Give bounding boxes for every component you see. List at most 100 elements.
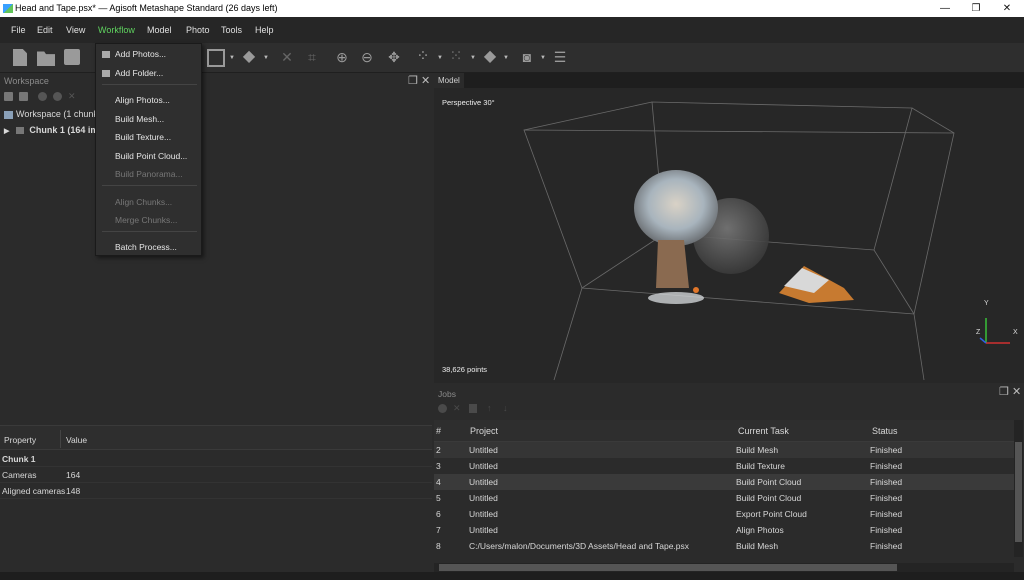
add-chunk-icon[interactable] (4, 92, 13, 101)
property-column-header[interactable]: Property (4, 435, 36, 445)
tab-model[interactable]: Model (434, 73, 464, 88)
zoom-in-icon[interactable]: ⊕ (333, 48, 351, 66)
menu-item-align-photos[interactable]: Align Photos... (115, 95, 170, 105)
table-row[interactable]: 3 Untitled Build Texture Finished (434, 458, 1014, 474)
menu-item-add-photos[interactable]: Add Photos... (115, 49, 166, 59)
menu-file[interactable]: File (11, 25, 26, 35)
undock-icon[interactable]: ❐ (408, 74, 418, 87)
zoom-out-icon[interactable]: ⊖ (358, 48, 376, 66)
menu-item-align-chunks: Align Chunks... (115, 197, 173, 207)
menu-item-build-point-cloud[interactable]: Build Point Cloud... (115, 151, 187, 161)
move-down-icon[interactable]: ↓ (503, 403, 508, 413)
status-column-header[interactable]: Status (872, 426, 898, 436)
table-row[interactable]: 5 Untitled Build Point Cloud Finished (434, 490, 1014, 506)
vertical-scrollbar[interactable] (1014, 420, 1023, 557)
chevron-down-icon[interactable]: ▼ (503, 55, 509, 61)
reset-view-icon[interactable]: ✥ (385, 48, 403, 66)
job-project: C:/Users/malon/Documents/3D Assets/Head … (469, 541, 690, 551)
menu-item-merge-chunks: Merge Chunks... (115, 215, 178, 225)
chevron-down-icon[interactable]: ▼ (229, 55, 235, 61)
axis-x-label: X (1013, 329, 1018, 336)
close-button[interactable]: ✕ (992, 2, 1022, 15)
project-column-header[interactable]: Project (470, 426, 498, 436)
table-row[interactable]: 4 Untitled Build Point Cloud Finished (434, 474, 1014, 490)
job-status: Finished (870, 461, 903, 471)
close-panel-icon[interactable]: ✕ (421, 74, 430, 87)
horizontal-scrollbar[interactable] (434, 563, 1014, 572)
navigation-tool-icon[interactable]: ◆ (240, 48, 258, 66)
menu-model[interactable]: Model (147, 25, 172, 35)
workflow-dropdown-menu: Add Photos... Add Folder... Align Photos… (95, 43, 202, 256)
job-status: Finished (870, 509, 903, 519)
property-name: Aligned cameras (2, 486, 66, 496)
save-icon[interactable] (64, 49, 80, 65)
app-logo-icon (3, 4, 13, 13)
property-name: Chunk 1 (2, 454, 36, 464)
chevron-down-icon[interactable]: ▼ (470, 55, 476, 61)
task-column-header[interactable]: Current Task (738, 426, 789, 436)
menu-tools[interactable]: Tools (221, 25, 242, 35)
menu-photo[interactable]: Photo (186, 25, 210, 35)
maximize-button[interactable]: ❐ (961, 2, 991, 15)
job-task: Build Point Cloud (736, 493, 802, 503)
column-divider (60, 430, 61, 448)
axis-gizmo (979, 318, 1010, 344)
job-number: 3 (436, 461, 441, 471)
crop-icon[interactable]: ⌗ (303, 48, 321, 66)
menu-workflow[interactable]: Workflow (98, 25, 135, 35)
menu-item-batch-process[interactable]: Batch Process... (115, 242, 177, 252)
chunk-row[interactable]: ▶ Chunk 1 (164 ima (4, 125, 103, 135)
job-number: 6 (436, 509, 441, 519)
menu-separator (102, 185, 197, 186)
open-folder-icon[interactable] (37, 51, 55, 66)
table-row[interactable]: 6 Untitled Export Point Cloud Finished (434, 506, 1014, 522)
close-panel-icon[interactable]: ✕ (1012, 385, 1021, 398)
model-shading-icon[interactable]: ◆ (481, 48, 499, 66)
chevron-down-icon[interactable]: ▼ (437, 55, 443, 61)
minimize-button[interactable]: — (930, 2, 960, 15)
job-number: 4 (436, 477, 441, 487)
job-status: Finished (870, 541, 903, 551)
menu-view[interactable]: View (66, 25, 85, 35)
job-status: Finished (870, 445, 903, 455)
move-up-icon[interactable]: ↑ (487, 403, 492, 413)
job-task: Export Point Cloud (736, 509, 807, 519)
disable-icon[interactable] (38, 92, 47, 101)
tiled-model-icon[interactable]: ⁙ (447, 48, 465, 66)
menu-bar: File Edit View Workflow Model Photo Tool… (0, 17, 1024, 43)
menu-help[interactable]: Help (255, 25, 274, 35)
trash-icon[interactable] (469, 404, 477, 413)
selection-icon[interactable] (207, 49, 225, 67)
property-row: Aligned cameras 148 (0, 483, 432, 499)
undock-icon[interactable]: ❐ (999, 385, 1009, 398)
menu-edit[interactable]: Edit (37, 25, 53, 35)
show-cameras-icon[interactable]: ☰ (551, 48, 569, 66)
scrollbar-thumb[interactable] (439, 564, 897, 571)
stop-icon[interactable]: ✕ (453, 403, 461, 414)
scrollbar-thumb[interactable] (1015, 442, 1022, 542)
table-row[interactable]: 8 C:/Users/malon/Documents/3D Assets/Hea… (434, 538, 1014, 554)
jobs-panel: Jobs ❐ ✕ ✕ ↑ ↓ # Project Current Task St… (434, 385, 1024, 575)
chevron-down-icon[interactable]: ▼ (540, 55, 546, 61)
chevron-down-icon[interactable]: ▼ (263, 55, 269, 61)
table-row[interactable]: 7 Untitled Align Photos Finished (434, 522, 1014, 538)
table-row[interactable]: 2 Untitled Build Mesh Finished (434, 442, 1014, 458)
num-column-header[interactable]: # (436, 426, 441, 436)
start-icon[interactable] (438, 404, 447, 413)
menu-item-build-mesh[interactable]: Build Mesh... (115, 114, 164, 124)
menu-item-add-folder[interactable]: Add Folder... (115, 68, 163, 78)
menu-item-build-texture[interactable]: Build Texture... (115, 132, 171, 142)
enable-icon[interactable] (53, 92, 62, 101)
remove-icon[interactable]: ✕ (68, 92, 77, 101)
jobs-toolbar: ✕ ↑ ↓ (438, 403, 518, 414)
point-cloud-icon[interactable]: ⁘ (414, 48, 432, 66)
new-document-icon[interactable] (13, 49, 27, 66)
workspace-root[interactable]: Workspace (1 chunks, (4, 109, 105, 119)
value-column-header[interactable]: Value (66, 435, 87, 445)
delete-icon[interactable]: ✕ (278, 48, 296, 66)
3d-viewport[interactable] (434, 88, 1024, 383)
job-status: Finished (870, 525, 903, 535)
camera-icon[interactable]: ◙ (518, 48, 536, 66)
add-photos-icon[interactable] (19, 92, 28, 101)
expand-arrow-icon[interactable]: ▶ (4, 128, 9, 135)
